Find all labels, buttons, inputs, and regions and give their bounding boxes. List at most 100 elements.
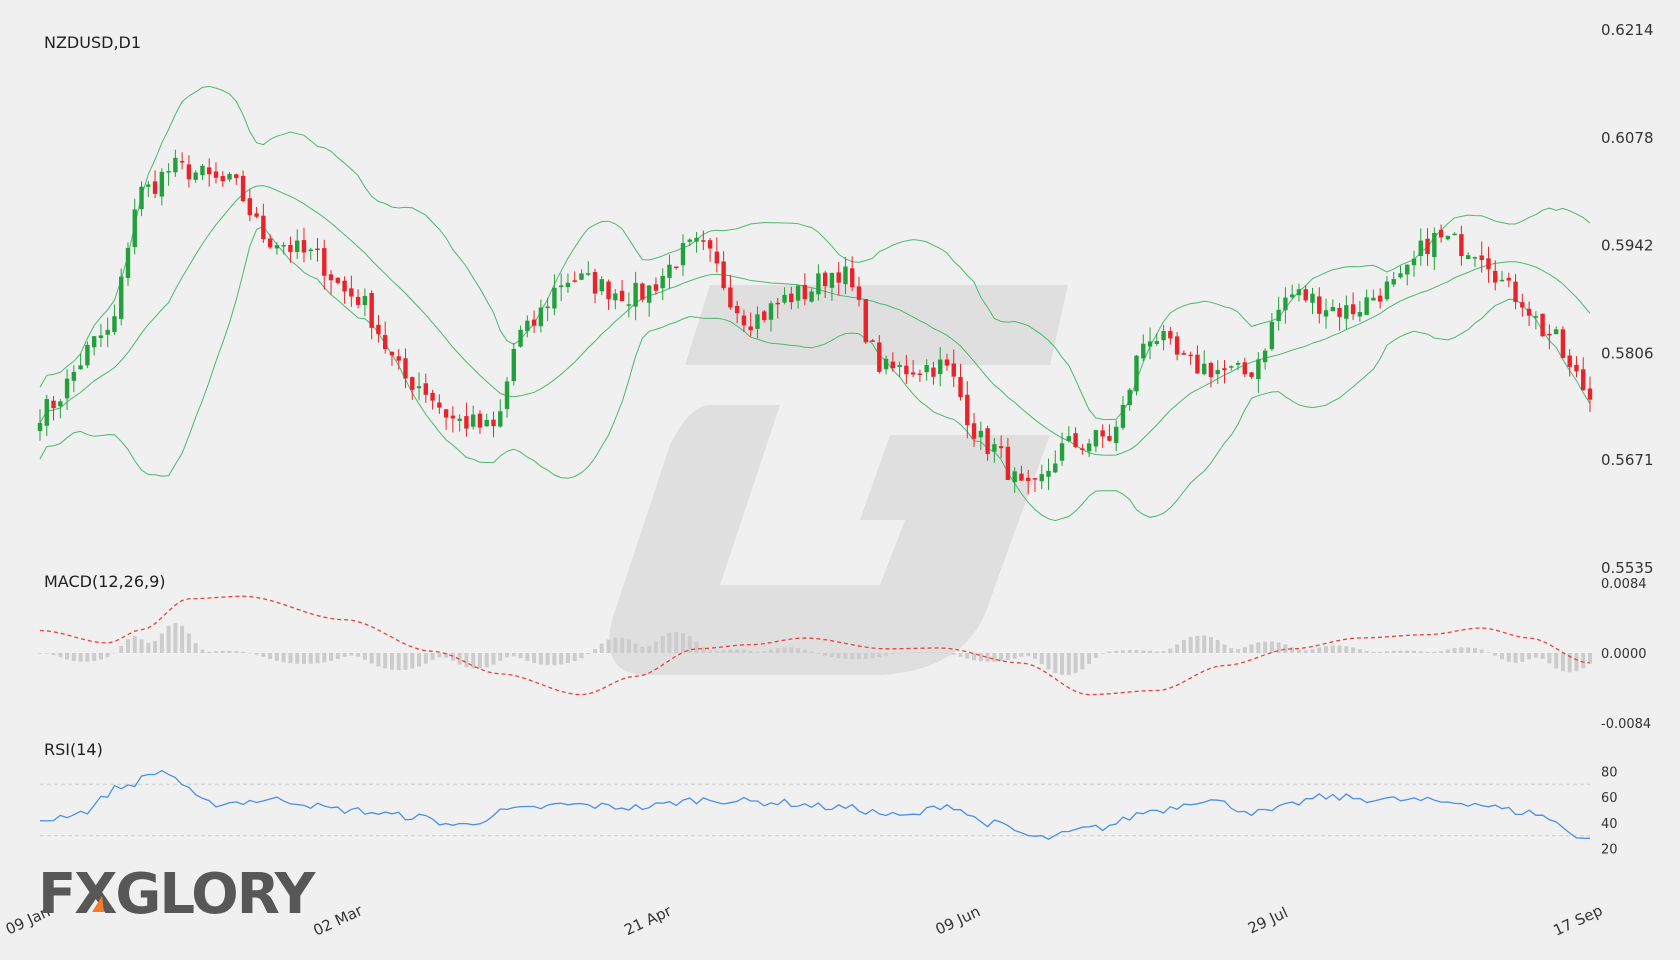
candle [315, 238, 320, 262]
macd-histogram-bar [796, 648, 801, 653]
macd-histogram-bar [349, 653, 354, 656]
price-y-tick: 0.5942 [1601, 237, 1654, 255]
macd-histogram-bar [782, 647, 787, 653]
macd-histogram-bar [105, 653, 110, 658]
macd-histogram-bar [843, 653, 848, 659]
macd-histogram-bar [146, 642, 151, 653]
macd-histogram-bar [369, 653, 374, 664]
candle [240, 170, 246, 203]
macd-histogram-bar [640, 646, 645, 653]
macd-histogram-bar [769, 649, 774, 653]
candle [863, 298, 868, 345]
macd-histogram-bar [972, 653, 977, 661]
candle [1262, 348, 1268, 370]
candle [511, 342, 516, 386]
macd-histogram-bar [1520, 653, 1525, 662]
macd-histogram-bar [653, 641, 658, 653]
rsi-panel: RSI(14) 80 60 40 20 [39, 740, 1618, 858]
candle [1256, 352, 1261, 393]
candle [98, 323, 104, 347]
bollinger-lower-band [39, 225, 1591, 522]
macd-histogram-bar [1540, 653, 1545, 659]
macd-histogram-bar [268, 653, 273, 660]
candle [119, 268, 124, 326]
candle [1289, 284, 1295, 300]
macd-histogram-bar [532, 653, 537, 664]
candle [1499, 270, 1505, 282]
macd-histogram-bar [1175, 644, 1180, 653]
candle [376, 315, 381, 343]
candle [1472, 256, 1478, 268]
macd-histogram-bar [667, 632, 672, 653]
macd-histogram-bar [1263, 641, 1268, 653]
macd-histogram-bar [687, 636, 692, 653]
macd-histogram-bar [213, 651, 218, 653]
macd-histogram-bar [1236, 649, 1241, 653]
macd-histogram-bar [762, 651, 767, 653]
macd-histogram-bar [1357, 649, 1362, 653]
macd-histogram-bar [498, 653, 503, 661]
macd-histogram-bar [362, 653, 367, 660]
macd-histogram-bar [681, 632, 686, 653]
candle [254, 206, 259, 219]
macd-histogram-bar [965, 653, 970, 659]
macd-histogram-bar [376, 653, 381, 667]
macd-histogram-bar [1073, 653, 1078, 674]
macd-histogram-bar [802, 649, 807, 653]
candle [179, 152, 185, 170]
macd-histogram-bar [484, 653, 489, 668]
candle [498, 399, 503, 428]
macd-histogram-bar [410, 653, 415, 669]
rsi-y-tick: 20 [1601, 843, 1618, 858]
bollinger-upper-band [39, 85, 1591, 421]
candle [728, 274, 733, 310]
macd-histogram-bar [1547, 653, 1552, 664]
macd-histogram-bar [816, 653, 821, 654]
macd-histogram-bar [1195, 635, 1200, 653]
rsi-level-lines [40, 783, 1590, 837]
candle [416, 372, 422, 401]
candle [1540, 313, 1545, 337]
candle [200, 164, 205, 180]
macd-histogram-bar [741, 649, 746, 653]
macd-histogram-bar [1479, 649, 1484, 653]
macd-histogram-bar [938, 652, 943, 654]
candle [1317, 287, 1322, 324]
candle [1046, 458, 1051, 490]
macd-histogram-bar [301, 653, 306, 665]
macd-histogram-bar [1208, 637, 1213, 653]
macd-histogram-bar [978, 653, 983, 662]
candle [518, 325, 523, 348]
macd-histogram-bar [877, 653, 882, 658]
candle [1120, 395, 1126, 430]
candle [355, 289, 361, 309]
candle [917, 369, 923, 382]
macd-histogram-bar [917, 652, 922, 653]
candle [1195, 345, 1200, 374]
macd-histogram-bar [274, 653, 279, 661]
rsi-y-tick: 60 [1601, 791, 1618, 806]
candle [1323, 298, 1329, 329]
x-axis-tick: 21 Apr [622, 901, 676, 939]
macd-histogram-bar [1378, 651, 1383, 653]
candle [694, 232, 699, 253]
macd-histogram-bar [829, 653, 834, 658]
candle [1459, 225, 1464, 266]
candle [491, 411, 496, 438]
macd-histogram-bar [789, 647, 794, 653]
candle [1526, 301, 1532, 327]
macd-histogram-bar [261, 653, 266, 657]
macd-histogram-bar [1249, 644, 1254, 653]
candle [1073, 427, 1078, 449]
rsi-line [39, 769, 1591, 840]
macd-histogram-bar [207, 651, 212, 653]
candle [565, 273, 571, 293]
candle [349, 275, 354, 307]
candle [139, 181, 144, 217]
candle [295, 229, 300, 260]
macd-histogram-bar [1269, 641, 1274, 653]
macd-histogram-bar [586, 653, 591, 655]
macd-histogram-bar [1114, 650, 1119, 653]
candle [1283, 287, 1288, 324]
rsi-title: RSI(14) [44, 740, 103, 759]
